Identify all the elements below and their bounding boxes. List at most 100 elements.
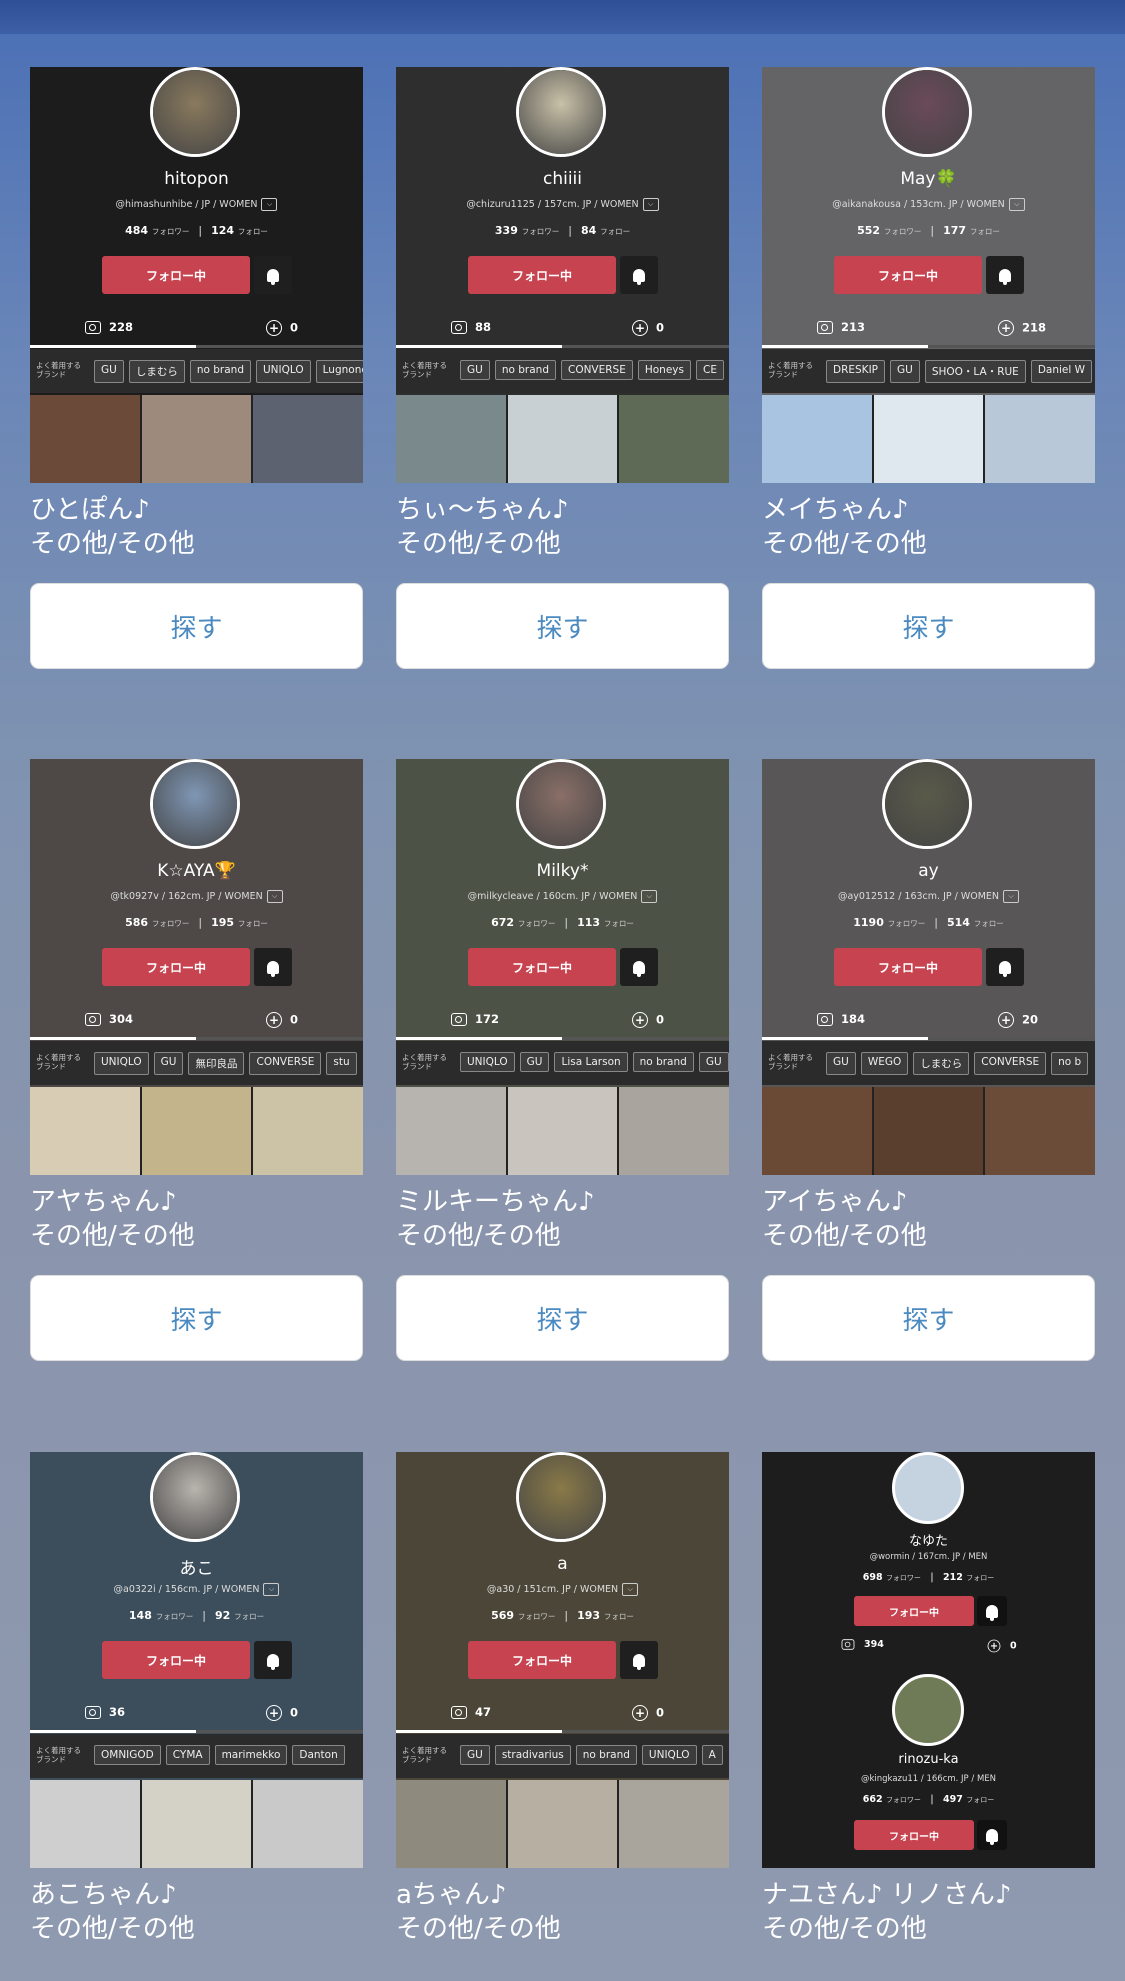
follow-button[interactable]: フォロー中	[854, 1820, 974, 1850]
brand-tag[interactable]: SHOO・LA・RUE	[924, 360, 1026, 383]
brand-tag[interactable]: marimekko	[214, 1745, 288, 1765]
search-button[interactable]: 探す	[396, 583, 729, 669]
avatar[interactable]	[150, 1452, 240, 1542]
brand-tag[interactable]: GU	[94, 360, 124, 383]
post-count[interactable]: 47	[451, 1705, 491, 1719]
avatar[interactable]	[150, 759, 240, 849]
outfit-photo[interactable]	[617, 1087, 729, 1175]
profile-card[interactable]: a @a30 / 151cm. JP / WOMEN ⌵ 569 フォロワー | 193 …	[396, 1452, 729, 1868]
outfit-photo[interactable]	[762, 1087, 872, 1175]
outfit-photo[interactable]	[251, 1780, 363, 1868]
post-count[interactable]: 228	[85, 320, 133, 334]
outfit-photo[interactable]	[139, 395, 252, 483]
outfit-photo[interactable]	[617, 395, 729, 483]
outfit-photo[interactable]	[871, 1087, 984, 1175]
like-count[interactable]: +0	[266, 1012, 298, 1028]
chevron-down-icon[interactable]: ⌵	[261, 198, 278, 211]
outfit-photo[interactable]	[30, 1087, 140, 1175]
like-count[interactable]: +0	[266, 320, 298, 336]
avatar[interactable]	[882, 67, 972, 157]
chevron-down-icon[interactable]: ⌵	[642, 198, 659, 211]
notify-button[interactable]	[986, 256, 1024, 294]
post-count[interactable]: 172	[451, 1012, 499, 1026]
profile-card[interactable]: Milky* @milkycleave / 160cm. JP / WOMEN ⌵ 6…	[396, 759, 729, 1175]
like-count[interactable]: +0	[632, 1012, 664, 1028]
follow-button[interactable]: フォロー中	[102, 256, 250, 294]
brand-tag[interactable]: OMNIGOD	[94, 1745, 161, 1765]
brand-tag[interactable]: Lugnoncure	[315, 360, 363, 383]
profile-cell[interactable]: hitopon @himashunhibe / JP / WOMEN ⌵ 484 フォ…	[30, 67, 363, 669]
follow-button[interactable]: フォロー中	[102, 948, 250, 986]
like-count[interactable]: +0	[266, 1705, 298, 1721]
brand-tag[interactable]: CONVERSE	[974, 1052, 1047, 1075]
brand-tag[interactable]: CONVERSE	[249, 1052, 322, 1075]
outfit-photo[interactable]	[30, 1780, 140, 1868]
avatar[interactable]	[516, 1452, 606, 1542]
notify-button[interactable]	[977, 1820, 1007, 1850]
search-button[interactable]: 探す	[30, 583, 363, 669]
profile-cell[interactable]: あこ @a0322i / 156cm. JP / WOMEN ⌵ 148 フォロワー |…	[30, 1452, 363, 1946]
profile-cell[interactable]: chiiii @chizuru1125 / 157cm. JP / WOMEN ⌵ 3…	[396, 67, 729, 669]
follow-button[interactable]: フォロー中	[468, 948, 616, 986]
brand-tag[interactable]: GU	[890, 360, 920, 383]
profile-card[interactable]: chiiii @chizuru1125 / 157cm. JP / WOMEN ⌵ 3…	[396, 67, 729, 483]
outfit-photo[interactable]	[983, 1087, 1095, 1175]
brand-tag[interactable]: CYMA	[165, 1745, 210, 1765]
brand-tag[interactable]: DRESKIP	[826, 360, 885, 383]
outfit-photo[interactable]	[505, 1087, 618, 1175]
avatar[interactable]	[150, 67, 240, 157]
brand-tag[interactable]: UNIQLO	[94, 1052, 149, 1075]
brand-tag[interactable]: no brand	[632, 1052, 694, 1072]
notify-button[interactable]	[254, 1641, 292, 1679]
brand-tag[interactable]: UNIQLO	[255, 360, 311, 383]
avatar[interactable]	[892, 1674, 964, 1746]
post-count[interactable]: 184	[817, 1012, 865, 1026]
brand-tag[interactable]: GU	[826, 1052, 856, 1075]
notify-button[interactable]	[254, 256, 292, 294]
brand-tag[interactable]: Lisa Larson	[554, 1052, 628, 1072]
brand-tag[interactable]: しまむら	[128, 360, 185, 383]
outfit-photo[interactable]	[505, 1780, 618, 1868]
outfit-photo[interactable]	[139, 1780, 252, 1868]
profile-cell[interactable]: K☆AYA🏆 @tk0927v / 162cm. JP / WOMEN ⌵ 586 フ…	[30, 759, 363, 1361]
brand-tag[interactable]: stu	[326, 1052, 357, 1075]
chevron-down-icon[interactable]: ⌵	[1008, 198, 1025, 211]
chevron-down-icon[interactable]: ⌵	[266, 890, 283, 903]
avatar[interactable]	[516, 67, 606, 157]
like-count[interactable]: +0	[632, 1705, 664, 1721]
post-count[interactable]: 88	[451, 320, 491, 334]
outfit-photo[interactable]	[251, 1087, 363, 1175]
chevron-down-icon[interactable]: ⌵	[263, 1583, 280, 1596]
profile-card[interactable]: May🍀 @aikanakousa / 153cm. JP / WOMEN ⌵ 552…	[762, 67, 1095, 483]
post-count[interactable]: 304	[85, 1012, 133, 1026]
follow-button[interactable]: フォロー中	[468, 256, 616, 294]
like-count[interactable]: +218	[998, 320, 1046, 336]
brand-tag[interactable]: GU	[519, 1052, 550, 1072]
brand-tag[interactable]: CONVERSE	[560, 360, 633, 380]
notify-button[interactable]	[620, 256, 658, 294]
avatar[interactable]	[516, 759, 606, 849]
follow-button[interactable]: フォロー中	[834, 948, 982, 986]
notify-button[interactable]	[977, 1596, 1007, 1626]
brand-tag[interactable]: GU	[153, 1052, 184, 1075]
outfit-photo[interactable]	[139, 1087, 252, 1175]
outfit-photo[interactable]	[251, 395, 363, 483]
outfit-photo[interactable]	[30, 395, 140, 483]
brand-tag[interactable]: WEGO	[860, 1052, 909, 1075]
notify-button[interactable]	[620, 1641, 658, 1679]
like-count[interactable]: +20	[998, 1012, 1038, 1028]
avatar[interactable]	[882, 759, 972, 849]
like-count[interactable]: +0	[632, 320, 664, 336]
outfit-photo[interactable]	[617, 1780, 729, 1868]
profile-cell[interactable]: May🍀 @aikanakousa / 153cm. JP / WOMEN ⌵ 552…	[762, 67, 1095, 669]
brand-tag[interactable]: 無印良品	[188, 1052, 245, 1075]
brand-tag[interactable]: UNIQLO	[460, 1052, 515, 1072]
search-button[interactable]: 探す	[762, 583, 1095, 669]
profile-card[interactable]: あこ @a0322i / 156cm. JP / WOMEN ⌵ 148 フォロワー |…	[30, 1452, 363, 1868]
profile-cell[interactable]: Milky* @milkycleave / 160cm. JP / WOMEN ⌵ 6…	[396, 759, 729, 1361]
brand-tag[interactable]: しまむら	[913, 1052, 970, 1075]
notify-button[interactable]	[986, 948, 1024, 986]
follow-button[interactable]: フォロー中	[854, 1596, 974, 1626]
brand-tag[interactable]: no brand	[494, 360, 556, 380]
brand-tag[interactable]: A	[701, 1745, 723, 1765]
